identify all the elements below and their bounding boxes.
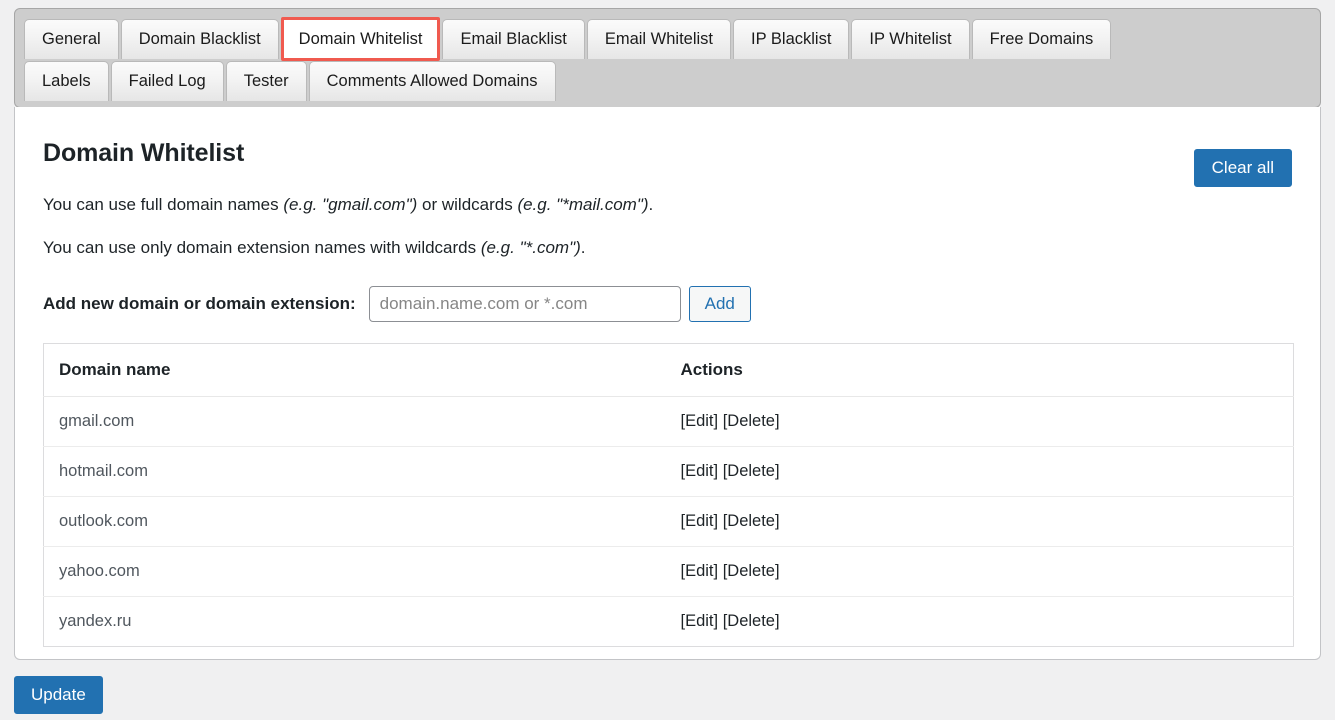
hint2-suffix: . [580,238,586,258]
tab-tester[interactable]: Tester [225,61,307,101]
cell-domain-name: outlook.com [43,495,666,546]
cell-domain-name: hotmail.com [43,445,666,496]
table-row: yahoo.com [Edit] [Delete] [43,545,1294,596]
tab-label: Email Blacklist [460,30,567,49]
cell-actions: [Edit] [Delete] [665,545,1294,596]
add-domain-label: Add new domain or domain extension: [43,293,356,313]
tab-label: Comments Allowed Domains [326,72,538,91]
delete-link[interactable]: [Delete] [723,612,780,630]
hint1-example-2: (e.g. "*mail.com") [517,195,649,214]
table-body: gmail.com [Edit] [Delete] hotmail.com [Edit… [43,396,1294,646]
tab-general[interactable]: General [24,19,119,59]
add-domain-input[interactable] [368,285,681,322]
tab-label: Domain Whitelist [298,29,423,48]
tab-row-secondary: Labels Failed Log Tester Comments Allowed D… [24,60,1320,101]
hint-text-extensions: You can use only domain extension names … [43,237,1292,258]
cell-actions: [Edit] [Delete] [666,396,1294,446]
clear-all-button[interactable]: Clear all [1193,149,1292,187]
table-row: yandex.ru [Edit] [Delete] [43,595,1294,646]
tab-bar: General Domain Blacklist Domain Whitelist E… [14,8,1321,108]
cell-domain-name: yandex.ru [43,595,666,646]
table-row: gmail.com [Edit] [Delete] [44,396,1294,446]
tab-label: Tester [243,72,289,91]
tab-free-domains[interactable]: Free Domains [971,19,1112,59]
tab-label: Domain Blacklist [138,30,261,49]
edit-link[interactable]: [Edit] [681,462,719,480]
table-row: hotmail.com [Edit] [Delete] [43,445,1294,496]
domain-whitelist-table: Domain name Actions gmail.com [Edit] [Del… [43,342,1294,647]
tab-ip-whitelist[interactable]: IP Whitelist [851,19,970,59]
add-domain-row: Add new domain or domain extension: Add [43,285,1292,322]
tab-failed-log[interactable]: Failed Log [110,61,224,101]
tab-labels[interactable]: Labels [24,61,109,101]
table-row: outlook.com [Edit] [Delete] [43,495,1294,546]
tab-label: Labels [42,72,91,91]
table-head: Domain name Actions [43,343,1294,397]
add-domain-button[interactable]: Add [688,285,751,322]
content-panel: Domain Whitelist Clear all You can use f… [14,107,1321,660]
tab-row-primary: General Domain Blacklist Domain Whitelist E… [24,17,1320,61]
tab-domain-whitelist[interactable]: Domain Whitelist [280,17,441,61]
cell-actions: [Edit] [Delete] [665,595,1294,646]
content-inner: Domain Whitelist Clear all You can use f… [15,107,1320,647]
cell-domain-name: yahoo.com [43,545,666,596]
tab-label: Email Whitelist [604,30,714,49]
hint1-suffix: . [648,195,654,214]
tab-domain-blacklist[interactable]: Domain Blacklist [120,19,279,59]
header-actions: Actions [665,343,1294,397]
cell-actions: [Edit] [Delete] [665,495,1294,546]
app-root: General Domain Blacklist Domain Whitelist E… [0,0,1335,720]
edit-link[interactable]: [Edit] [681,512,719,530]
delete-link[interactable]: [Delete] [723,512,780,530]
edit-link[interactable]: [Edit] [681,562,719,580]
tab-label: Free Domains [989,30,1094,49]
tab-label: General [42,30,101,49]
tab-ip-blacklist[interactable]: IP Blacklist [733,19,850,59]
tab-comments-allowed-domains[interactable]: Comments Allowed Domains [308,61,556,101]
cell-actions: [Edit] [Delete] [665,445,1294,496]
hint1-example-1: (e.g. "gmail.com") [283,195,418,214]
hint2-example-1: (e.g. "*.com") [480,238,581,258]
hint1-prefix: You can use full domain names [43,195,284,214]
hint1-middle: or wildcards [417,195,518,214]
cell-domain-name: gmail.com [59,411,135,430]
tab-email-whitelist[interactable]: Email Whitelist [586,19,732,59]
hint-text-full-domains: You can use full domain names (e.g. "gma… [43,194,1292,215]
page-title: Domain Whitelist [43,139,245,167]
delete-link[interactable]: [Delete] [723,412,780,430]
delete-link[interactable]: [Delete] [723,562,780,580]
edit-link[interactable]: [Edit] [681,612,719,630]
tab-label: IP Blacklist [751,30,832,49]
hint2-prefix: You can use only domain extension names … [43,238,481,258]
tab-label: Failed Log [128,72,206,91]
edit-link[interactable]: [Edit] [681,412,719,430]
table-header-row: Domain name Actions [43,343,1294,397]
delete-link[interactable]: [Delete] [723,462,780,480]
tab-email-blacklist[interactable]: Email Blacklist [442,19,585,59]
tab-label: IP Whitelist [869,30,952,49]
update-button[interactable]: Update [14,676,103,714]
header-domain-name: Domain name [43,343,666,397]
